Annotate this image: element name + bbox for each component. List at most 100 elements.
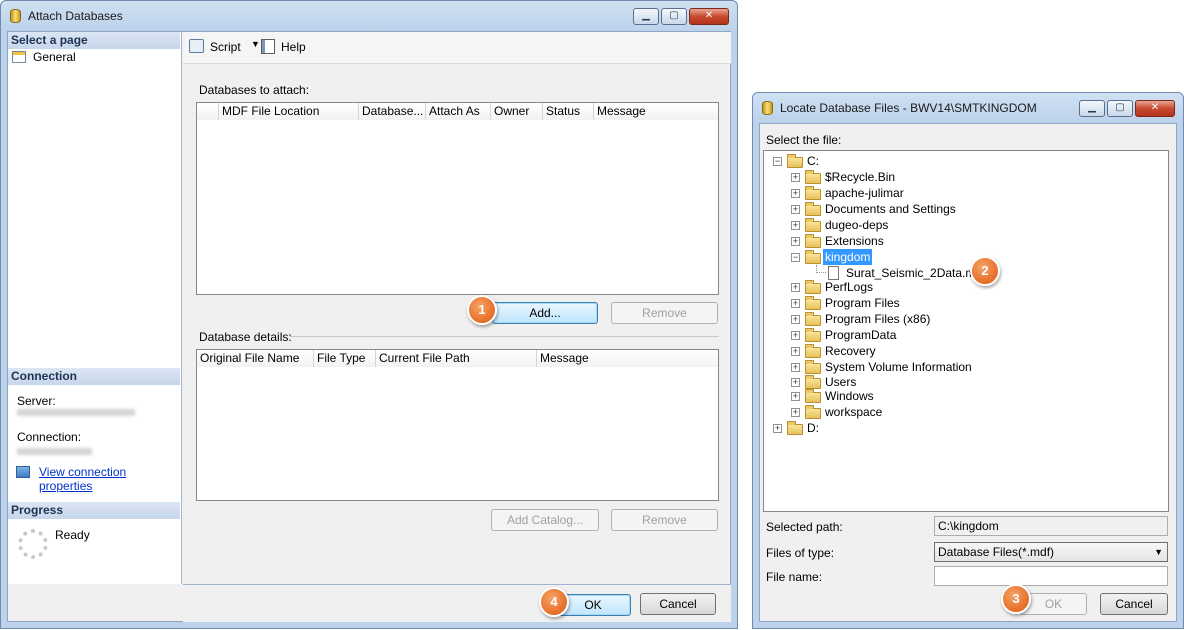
view-connection-properties[interactable]: View connection properties: [15, 464, 180, 493]
tree-node-label: Recovery: [825, 344, 876, 358]
tree-node-folder[interactable]: + dugeo-deps: [764, 217, 1164, 233]
script-button[interactable]: Script ▼: [189, 38, 265, 56]
tree-node-label: $Recycle.Bin: [825, 170, 896, 184]
column-header[interactable]: Attach As: [426, 103, 491, 120]
chevron-down-icon[interactable]: ▼: [1154, 543, 1163, 561]
column-header[interactable]: Current File Path: [376, 350, 537, 367]
connection-value-blurred: [17, 448, 92, 455]
folder-icon: [805, 202, 821, 216]
title-bar[interactable]: Locate Database Files - BWV14\SMTKINGDOM…: [753, 93, 1183, 123]
maximize-button[interactable]: ▢: [1107, 100, 1133, 117]
tree-node-label: dugeo-deps: [825, 218, 889, 232]
add-button[interactable]: Add...: [492, 302, 598, 324]
tree-node-label: Documents and Settings: [825, 202, 956, 216]
connection-label: Connection:: [17, 430, 82, 444]
expand-icon[interactable]: +: [791, 205, 800, 214]
tree-node-folder[interactable]: + Extensions: [764, 233, 1164, 249]
tree-node-folder[interactable]: + workspace: [764, 404, 1164, 420]
selected-path-label: Selected path:: [766, 520, 843, 534]
column-header[interactable]: File Type: [314, 350, 376, 367]
tree-node-label: Extensions: [825, 234, 884, 248]
progress-spinner-icon: [18, 529, 48, 559]
remove-button[interactable]: Remove: [611, 302, 718, 324]
help-button[interactable]: Help: [261, 38, 311, 56]
tree-node-file[interactable]: Surat_Seismic_2Data.mdf: [764, 265, 1164, 281]
file-name-label: File name:: [766, 570, 823, 584]
tree-node-label: kingdom: [823, 249, 873, 265]
expand-icon[interactable]: +: [791, 315, 800, 324]
minimize-button[interactable]: ▁: [633, 8, 659, 25]
expand-icon[interactable]: +: [791, 299, 800, 308]
folder-icon: [805, 360, 821, 374]
add-catalog-button[interactable]: Add Catalog...: [491, 509, 599, 531]
callout-4: 4: [539, 587, 569, 617]
expand-icon[interactable]: +: [791, 378, 800, 387]
cancel-button[interactable]: Cancel: [640, 593, 716, 615]
database-details-label: Database details:: [199, 330, 292, 344]
tree-node-label: workspace: [825, 405, 883, 419]
tree-node-folder[interactable]: + Recovery: [764, 343, 1164, 359]
title-bar[interactable]: Attach Databases ▁ ▢ ✕: [1, 1, 737, 31]
file-tree[interactable]: − C: + $Recycle.Bin + apache-julimar + Docume…: [763, 150, 1169, 512]
expand-icon[interactable]: +: [791, 408, 800, 417]
file-name-input[interactable]: [934, 566, 1168, 586]
collapse-icon[interactable]: −: [773, 157, 782, 166]
connection-properties-icon: [16, 466, 30, 478]
expand-icon[interactable]: +: [791, 392, 800, 401]
tree-node-folder[interactable]: + $Recycle.Bin: [764, 169, 1164, 185]
callout-3: 3: [1001, 584, 1031, 614]
tree-node-folder[interactable]: + System Volume Information: [764, 359, 1164, 375]
attach-databases-grid[interactable]: MDF File Location Database... Attach As …: [196, 102, 719, 295]
expand-icon[interactable]: +: [773, 424, 782, 433]
expand-icon[interactable]: +: [791, 283, 800, 292]
chevron-down-icon[interactable]: ▼: [251, 39, 260, 49]
attach-databases-window: Attach Databases ▁ ▢ ✕ Select a page Gen…: [0, 0, 738, 629]
expand-icon[interactable]: +: [791, 173, 800, 182]
column-header[interactable]: MDF File Location: [219, 103, 359, 120]
select-page-header: Select a page: [8, 32, 180, 49]
expand-icon[interactable]: +: [791, 221, 800, 230]
tree-node-d[interactable]: + D:: [764, 420, 1164, 436]
folder-icon: [805, 344, 821, 358]
remove-button-2[interactable]: Remove: [611, 509, 718, 531]
expand-icon[interactable]: +: [791, 237, 800, 246]
callout-2: 2: [970, 256, 1000, 286]
expand-icon[interactable]: +: [791, 363, 800, 372]
column-header[interactable]: Database...: [359, 103, 426, 120]
column-header[interactable]: Original File Name: [197, 350, 314, 367]
folder-icon: [787, 421, 803, 435]
tree-node-folder[interactable]: + PerfLogs: [764, 279, 1164, 295]
cancel-button[interactable]: Cancel: [1100, 593, 1168, 615]
close-button[interactable]: ✕: [689, 8, 729, 25]
tree-node-folder[interactable]: + Windows: [764, 388, 1164, 404]
folder-icon: [805, 186, 821, 200]
tree-node-c[interactable]: − C:: [764, 153, 1164, 169]
tree-node-label: Surat_Seismic_2Data.mdf: [846, 266, 986, 280]
database-details-grid[interactable]: Original File Name File Type Current Fil…: [196, 349, 719, 501]
column-header[interactable]: Message: [537, 350, 718, 367]
section-divider: [290, 336, 719, 337]
tree-node-folder[interactable]: + apache-julimar: [764, 185, 1164, 201]
tree-node-folder[interactable]: − kingdom: [764, 249, 1164, 265]
progress-status: Ready: [55, 528, 90, 542]
expand-icon[interactable]: +: [791, 347, 800, 356]
tree-node-folder[interactable]: + Documents and Settings: [764, 201, 1164, 217]
expand-icon[interactable]: +: [791, 331, 800, 340]
collapse-icon[interactable]: −: [791, 253, 800, 262]
folder-icon: [805, 296, 821, 310]
files-of-type-select[interactable]: Database Files(*.mdf) ▼: [934, 542, 1168, 562]
minimize-button[interactable]: ▁: [1079, 100, 1105, 117]
tree-node-folder[interactable]: + Program Files: [764, 295, 1164, 311]
tree-node-folder[interactable]: + Program Files (x86): [764, 311, 1164, 327]
column-header[interactable]: Message: [594, 103, 718, 120]
sidebar-item-label: General: [33, 50, 76, 64]
column-header[interactable]: Owner: [491, 103, 543, 120]
column-header[interactable]: Status: [543, 103, 594, 120]
expand-icon[interactable]: +: [791, 189, 800, 198]
sidebar-item-general[interactable]: General: [11, 49, 171, 65]
connection-link-text[interactable]: View connection properties: [39, 465, 180, 493]
close-button[interactable]: ✕: [1135, 100, 1175, 117]
maximize-button[interactable]: ▢: [661, 8, 687, 25]
tree-node-folder[interactable]: + ProgramData: [764, 327, 1164, 343]
tree-node-label: System Volume Information: [825, 360, 972, 374]
